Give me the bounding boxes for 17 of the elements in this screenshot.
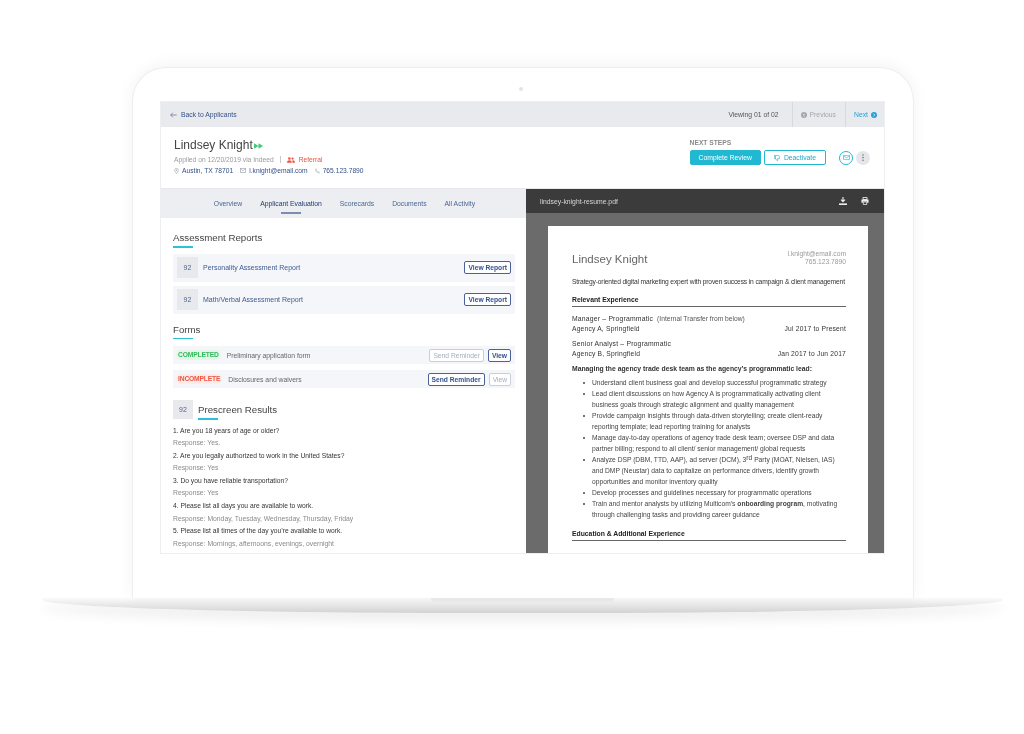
chevron-right-circle-icon — [871, 111, 877, 118]
download-icon[interactable] — [839, 197, 847, 205]
chevron-left-circle-icon — [800, 111, 807, 118]
people-icon — [286, 156, 295, 163]
mail-icon — [240, 168, 247, 173]
mail-icon — [842, 155, 850, 160]
applicant-name: Lindsey Knight — [174, 138, 253, 152]
pin-icon — [174, 167, 179, 174]
section-heading: Assessment Reports — [173, 231, 264, 245]
section-heading: Forms — [173, 322, 202, 337]
thumbs-down-icon — [773, 154, 780, 161]
print-icon[interactable] — [861, 197, 869, 205]
arrow-left-icon — [170, 111, 177, 118]
phone-icon — [314, 167, 320, 174]
resume-name: Lindsey Knight — [572, 252, 648, 267]
double-arrow-icon — [253, 142, 263, 149]
section-heading: Prescreen Results — [198, 403, 278, 417]
